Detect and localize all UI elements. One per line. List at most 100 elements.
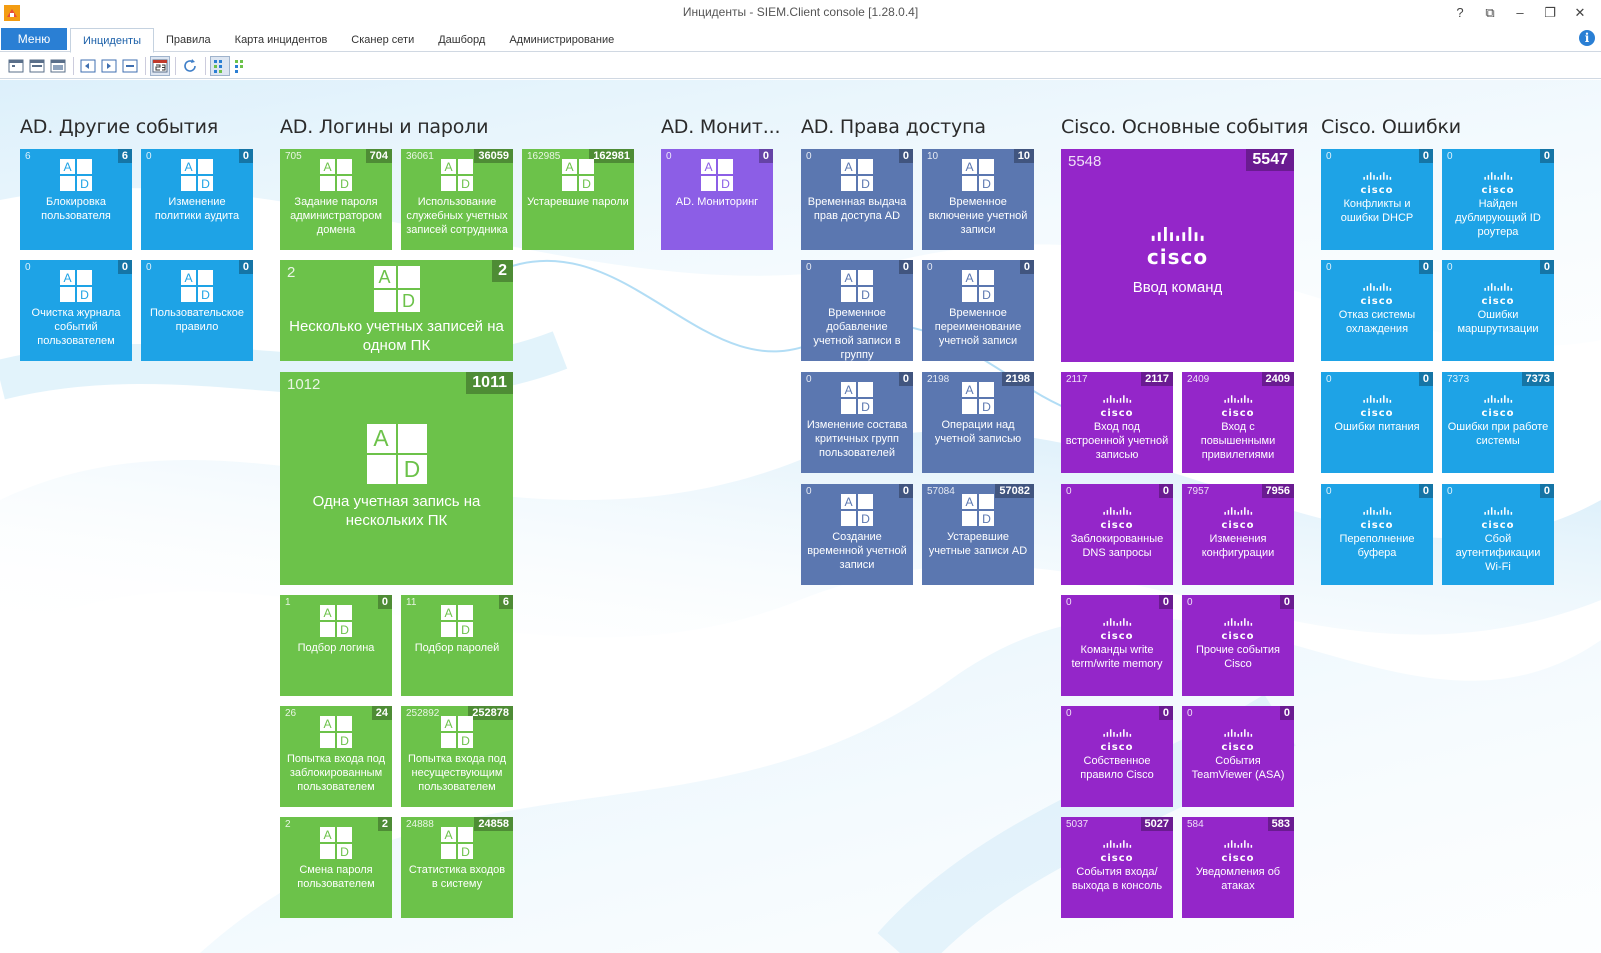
incident-tile[interactable]: 2198 2198 A D Операции над учетной записью: [922, 372, 1034, 473]
incident-tile[interactable]: 26 24 A D Попытка входа под заблокированным …: [280, 706, 392, 807]
cisco-wordmark: cisco: [1146, 245, 1209, 269]
incident-tile[interactable]: 0 0 cisco Собственное правило Cisco: [1061, 706, 1173, 807]
ad-icon-pane: [458, 605, 473, 620]
ad-icon: AD: [181, 270, 213, 302]
calendar-date-icon[interactable]: [150, 55, 170, 76]
incident-tile[interactable]: 0 0 A D Создание временной учетной записи: [801, 484, 913, 585]
ad-icon-pane: [962, 399, 977, 414]
incident-tile[interactable]: 162985 162981 A D Устаревшие пароли: [522, 149, 634, 250]
calendar-month-icon[interactable]: [48, 56, 68, 76]
incident-tile[interactable]: 11 6 A D Подбор паролей: [401, 595, 513, 696]
incident-tile[interactable]: 0 0 cisco Отказ системы охлаждения: [1321, 260, 1433, 361]
tile-label: Вход под встроенной учетной записью: [1065, 421, 1169, 461]
tab-incident-map[interactable]: Карта инцидентов: [223, 28, 340, 52]
tile-new-count: 0: [1418, 484, 1433, 498]
cisco-icon: cisco: [1481, 167, 1514, 196]
tile-total-count: 57084: [927, 486, 955, 497]
incident-tile[interactable]: 584 583 cisco Уведомления об атаках: [1182, 817, 1294, 918]
incident-tile[interactable]: 6 6 A D Блокировка пользователя: [20, 149, 132, 250]
tile-label: Переполнение буфера: [1339, 533, 1415, 559]
ad-icon-pane: [458, 159, 473, 174]
tile-total-count: 705: [285, 151, 302, 162]
incident-tile[interactable]: 2 2 A D Смена пароля пользователем: [280, 817, 392, 918]
incident-tile[interactable]: 0 0 A D Пользовательское правило: [141, 260, 253, 361]
incident-tile[interactable]: 36061 36059 A D Использование служебных учет…: [401, 149, 513, 250]
incident-tile[interactable]: 0 0 cisco Найден дублирующий ID роутера: [1442, 149, 1554, 250]
incident-tile[interactable]: 705 704 A D Задание пароля администратором д…: [280, 149, 392, 250]
maximize-button[interactable]: ❐: [1535, 2, 1565, 24]
incident-tile[interactable]: 1 0 A D Подбор логина: [280, 595, 392, 696]
ad-icon-pane: [320, 622, 335, 637]
incident-tile[interactable]: 57084 57082 A D Устаревшие учетные записи AD: [922, 484, 1034, 585]
minimize-button[interactable]: –: [1505, 2, 1535, 24]
cisco-bars-icon: [1362, 507, 1391, 515]
main-menu-button[interactable]: Меню: [1, 28, 67, 50]
tile-label: Подбор логина: [297, 642, 375, 654]
tile-label: Ввод команд: [1132, 279, 1223, 296]
cisco-icon: cisco: [1100, 724, 1133, 753]
tile-view-icon[interactable]: [210, 55, 230, 76]
cisco-wordmark: cisco: [1221, 408, 1255, 419]
incident-tile[interactable]: 7957 7956 cisco Изменения конфигурации: [1182, 484, 1294, 585]
incident-tile[interactable]: 24888 24858 A D Статистика входов в систему: [401, 817, 513, 918]
tab-network-scanner[interactable]: Сканер сети: [339, 28, 426, 52]
ad-icon-pane: D: [337, 176, 352, 191]
ad-icon-pane: [979, 382, 994, 397]
incident-tile[interactable]: 0 0 cisco Переполнение буфера: [1321, 484, 1433, 585]
restore-layout-button[interactable]: ⧉: [1475, 2, 1505, 24]
cisco-icon: cisco: [1221, 390, 1254, 419]
ad-icon-pane: A: [320, 716, 335, 731]
ad-icon-pane: [181, 287, 196, 302]
tile-new-count: 0: [1279, 706, 1294, 720]
incident-tile[interactable]: 0 0 cisco События TeamViewer (ASA): [1182, 706, 1294, 807]
refresh-icon[interactable]: [180, 56, 200, 76]
incident-tile[interactable]: 0 0 A D Временное добавление учетной записи …: [801, 260, 913, 361]
incident-tile[interactable]: 0 0 cisco Ошибки питания: [1321, 372, 1433, 473]
tab-dashboard[interactable]: Дашборд: [426, 28, 497, 52]
ad-icon-pane: A: [441, 159, 456, 174]
help-button[interactable]: ?: [1445, 2, 1475, 24]
ad-icon-pane: [718, 159, 733, 174]
tab-rules[interactable]: Правила: [154, 28, 223, 52]
incident-tile[interactable]: 0 0 A D Очистка журнала событий пользователе…: [20, 260, 132, 361]
close-button[interactable]: ✕: [1565, 2, 1595, 24]
incident-tile[interactable]: 0 0 cisco Заблокированные DNS запросы: [1061, 484, 1173, 585]
incident-tile[interactable]: 0 0 cisco Конфликты и ошибки DHCP: [1321, 149, 1433, 250]
ad-icon-pane: [979, 159, 994, 174]
calendar-next-icon[interactable]: [99, 56, 119, 76]
tab-incidents[interactable]: Инциденты: [70, 28, 154, 53]
incident-tile[interactable]: 2117 2117 cisco Вход под встроенной учетной…: [1061, 372, 1173, 473]
incident-tile[interactable]: 10 10 A D Временное включение учетной записи: [922, 149, 1034, 250]
ad-icon-pane: [181, 176, 196, 191]
incident-tile[interactable]: 5548 5547 cisco Ввод команд: [1061, 149, 1294, 362]
incident-tile[interactable]: 5037 5027 cisco События входа/выхода в конс…: [1061, 817, 1173, 918]
tab-administration[interactable]: Администрирование: [497, 28, 626, 52]
calendar-range-icon[interactable]: [120, 56, 140, 76]
incident-tile[interactable]: 252892 252878 A D Попытка входа под несущест…: [401, 706, 513, 807]
incident-tile[interactable]: 0 0 A D Изменение состава критичных групп по…: [801, 372, 913, 473]
tile-new-count: 0: [898, 260, 913, 274]
tile-label: Ошибки маршрутизации: [1457, 309, 1539, 335]
incident-tile[interactable]: 2 2 A D Несколько учетных записей на одном П…: [280, 260, 513, 361]
group-title-ad-other-events: AD. Другие события: [20, 116, 218, 138]
incident-tile[interactable]: 0 0 cisco Сбой аутентификации Wi-Fi: [1442, 484, 1554, 585]
cisco-bars-icon: [1483, 283, 1512, 291]
incident-tile[interactable]: 0 0 cisco Прочие события Cisco: [1182, 595, 1294, 696]
incident-tile[interactable]: 0 0 cisco Команды write term/write memory: [1061, 595, 1173, 696]
tile-total-count: 26: [285, 708, 297, 719]
incident-tile[interactable]: 0 0 A D AD. Мониторинг: [661, 149, 773, 250]
incident-tile[interactable]: 0 0 A D Временная выдача прав доступа AD: [801, 149, 913, 250]
incident-tile[interactable]: 0 0 cisco Ошибки маршрутизации: [1442, 260, 1554, 361]
info-icon[interactable]: i: [1579, 30, 1595, 46]
incident-tile[interactable]: 1012 1011 A D Одна учетная запись на несколь…: [280, 372, 513, 585]
incident-tile[interactable]: 0 0 A D Временное переименование учетной зап…: [922, 260, 1034, 361]
cisco-wordmark: cisco: [1481, 296, 1515, 307]
grouped-tile-view-icon[interactable]: [231, 56, 251, 76]
incident-tile[interactable]: 7373 7373 cisco Ошибки при работе системы: [1442, 372, 1554, 473]
calendar-prev-icon[interactable]: [78, 56, 98, 76]
incident-tile[interactable]: 0 0 A D Изменение политики аудита: [141, 149, 253, 250]
calendar-day-icon[interactable]: [6, 56, 26, 76]
calendar-week-icon[interactable]: [27, 56, 47, 76]
incident-tile[interactable]: 2409 2409 cisco Вход с повышенными привилег…: [1182, 372, 1294, 473]
ad-icon-pane: D: [458, 176, 473, 191]
